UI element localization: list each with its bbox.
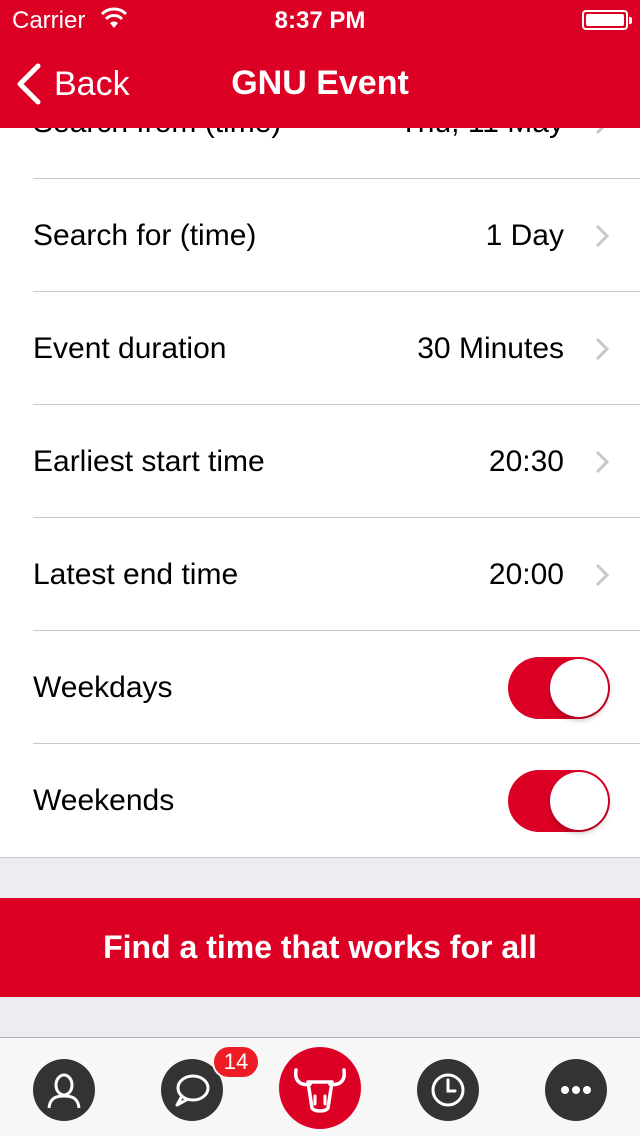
weekends-toggle[interactable] bbox=[508, 769, 610, 832]
chevron-right-icon bbox=[595, 224, 610, 247]
tab-profile[interactable] bbox=[33, 1059, 95, 1121]
find-time-button[interactable]: Find a time that works for all bbox=[0, 898, 640, 997]
search-for-row[interactable]: Search for (time) 1 Day bbox=[0, 179, 640, 292]
status-time: 8:37 PM bbox=[274, 7, 366, 34]
latest-end-row[interactable]: Latest end time 20:00 bbox=[0, 518, 640, 631]
earliest-start-row[interactable]: Earliest start time 20:30 bbox=[0, 405, 640, 518]
row-label: Event duration bbox=[33, 331, 227, 365]
row-label: Latest end time bbox=[33, 557, 239, 591]
settings-list: Search from (time) Thu, 11 May Search fo… bbox=[0, 66, 640, 858]
profile-icon bbox=[47, 1073, 81, 1109]
event-duration-row[interactable]: Event duration 30 Minutes bbox=[0, 292, 640, 405]
row-label: Weekends bbox=[33, 783, 175, 817]
tab-more[interactable] bbox=[545, 1059, 607, 1121]
row-label: Weekdays bbox=[33, 670, 173, 704]
bull-logo-icon bbox=[293, 1068, 347, 1113]
chevron-right-icon bbox=[595, 563, 610, 586]
chat-icon bbox=[175, 1074, 210, 1107]
tab-bar bbox=[0, 1037, 640, 1136]
battery-icon bbox=[582, 10, 632, 30]
row-value: 30 Minutes bbox=[417, 331, 564, 365]
chevron-right-icon bbox=[595, 450, 610, 473]
row-label: Search for (time) bbox=[33, 218, 257, 252]
more-icon bbox=[561, 1086, 591, 1094]
row-value: 20:30 bbox=[488, 444, 564, 478]
navigation-bar: Carrier 8:37 PM Back GNU Event bbox=[0, 0, 640, 128]
page-title: GNU Event bbox=[231, 64, 409, 102]
weekdays-toggle[interactable] bbox=[508, 656, 610, 719]
tab-home[interactable] bbox=[279, 1047, 361, 1129]
toggle-knob bbox=[550, 658, 608, 717]
row-value: 1 Day bbox=[485, 218, 564, 252]
tab-history[interactable] bbox=[417, 1059, 479, 1121]
clock-icon bbox=[431, 1073, 465, 1107]
row-value: 20:00 bbox=[488, 557, 564, 591]
toggle-knob bbox=[550, 771, 608, 830]
weekends-row: Weekends bbox=[0, 744, 640, 857]
row-label: Earliest start time bbox=[33, 444, 265, 478]
chat-badge: 14 bbox=[212, 1045, 260, 1079]
status-bar: Carrier 8:37 PM bbox=[0, 0, 640, 40]
chevron-right-icon bbox=[595, 337, 610, 360]
weekdays-row: Weekdays bbox=[0, 631, 640, 744]
